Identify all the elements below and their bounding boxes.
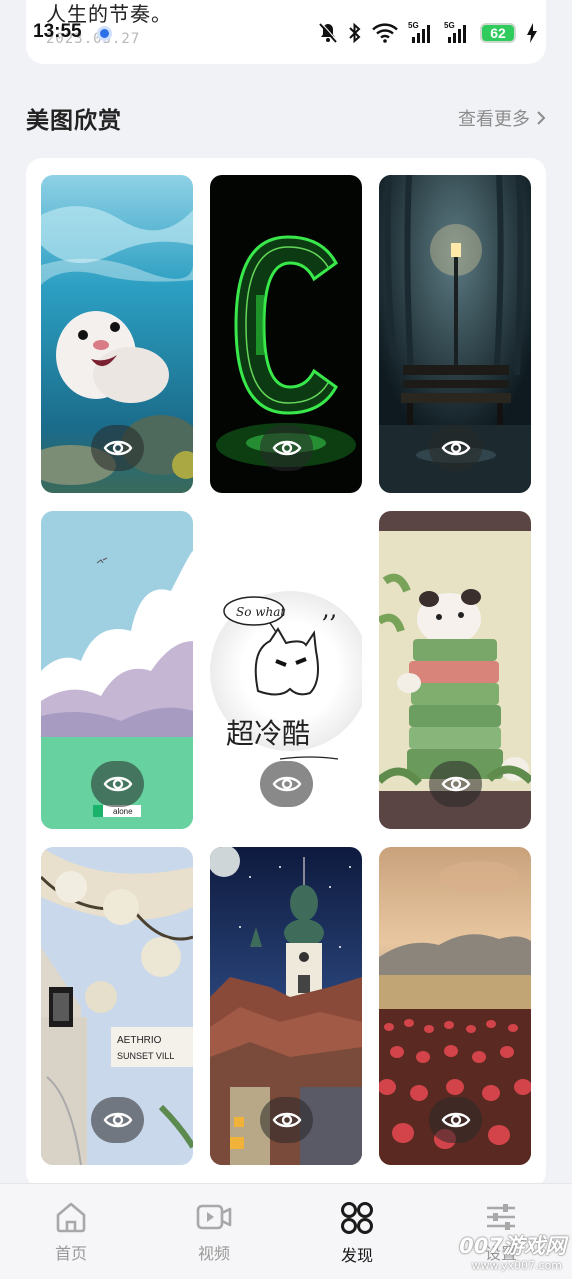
wallpaper-tile-cool-cat[interactable]: So what ,, 超冷酷 — [210, 511, 362, 829]
tile-caption: alone — [113, 807, 133, 816]
settings-icon — [487, 1204, 515, 1230]
chevron-right-icon — [537, 111, 546, 125]
nav-label: 发现 — [340, 1246, 373, 1265]
home-icon — [56, 1202, 86, 1233]
eye-icon — [441, 776, 470, 792]
eye-icon — [441, 1112, 470, 1128]
preview-button[interactable] — [91, 425, 144, 471]
site-watermark-url: www.yx007.com — [471, 1259, 562, 1272]
preview-button[interactable] — [91, 761, 144, 807]
bubble-text: So what — [236, 605, 285, 619]
wallpaper-tile-church[interactable] — [210, 847, 362, 1165]
card-date: 2023.03.27 — [46, 31, 141, 47]
section-title: 美图欣赏 — [26, 108, 122, 134]
sign-text-1: AETHRIO — [117, 1035, 162, 1046]
site-watermark: 007游戏网 — [459, 1234, 566, 1258]
preview-button[interactable] — [260, 1097, 313, 1143]
preview-button[interactable] — [429, 425, 482, 471]
eye-icon — [103, 440, 132, 456]
gallery-card: alone So what ,, 超冷酷 AETHRIO SUNSET VILL — [26, 158, 546, 1188]
wallpaper-tile-clouds[interactable]: alone — [41, 511, 193, 829]
eye-icon — [103, 776, 132, 792]
video-icon — [196, 1204, 232, 1230]
card-text: 人生的节奏。 — [46, 2, 172, 26]
preview-button[interactable] — [429, 761, 482, 807]
preview-button[interactable] — [260, 425, 313, 471]
eye-icon — [272, 1112, 301, 1128]
wallpaper-tile-park-bench[interactable] — [379, 175, 531, 493]
previous-card[interactable]: 人生的节奏。 2023.03.27 — [26, 0, 546, 64]
sign-text-2: SUNSET VILL — [117, 1051, 174, 1061]
svg-text:,,: ,, — [322, 595, 337, 623]
wallpaper-grid: alone So what ,, 超冷酷 AETHRIO SUNSET VILL — [41, 175, 531, 1165]
nav-item-home[interactable]: 首页 — [31, 1200, 111, 1264]
wallpaper-tile-lantern[interactable]: AETHRIO SUNSET VILL — [41, 847, 193, 1165]
nav-label: 视频 — [197, 1244, 230, 1263]
nav-label: 首页 — [54, 1244, 87, 1263]
wallpaper-tile-ferret[interactable] — [41, 175, 193, 493]
eye-icon — [272, 440, 301, 456]
preview-button[interactable] — [260, 761, 313, 807]
preview-button[interactable] — [429, 1097, 482, 1143]
nav-item-discover[interactable]: 发现 — [317, 1200, 397, 1266]
preview-button[interactable] — [91, 1097, 144, 1143]
discover-icon — [341, 1202, 373, 1234]
tile-caption: 超冷酷 — [226, 717, 310, 750]
see-more-link[interactable]: 查看更多 — [458, 105, 546, 131]
eye-icon — [441, 440, 470, 456]
wallpaper-tile-panda[interactable] — [379, 511, 531, 829]
screen: 人生的节奏。 2023.03.27 13:55 5G 5G 62 美图欣赏 查看… — [0, 0, 572, 1279]
see-more-label: 查看更多 — [458, 109, 530, 130]
eye-icon — [103, 1112, 132, 1128]
wallpaper-tile-neon-c[interactable] — [210, 175, 362, 493]
eye-icon — [272, 776, 301, 792]
wallpaper-tile-tulips[interactable] — [379, 847, 531, 1165]
nav-item-video[interactable]: 视频 — [174, 1200, 254, 1264]
